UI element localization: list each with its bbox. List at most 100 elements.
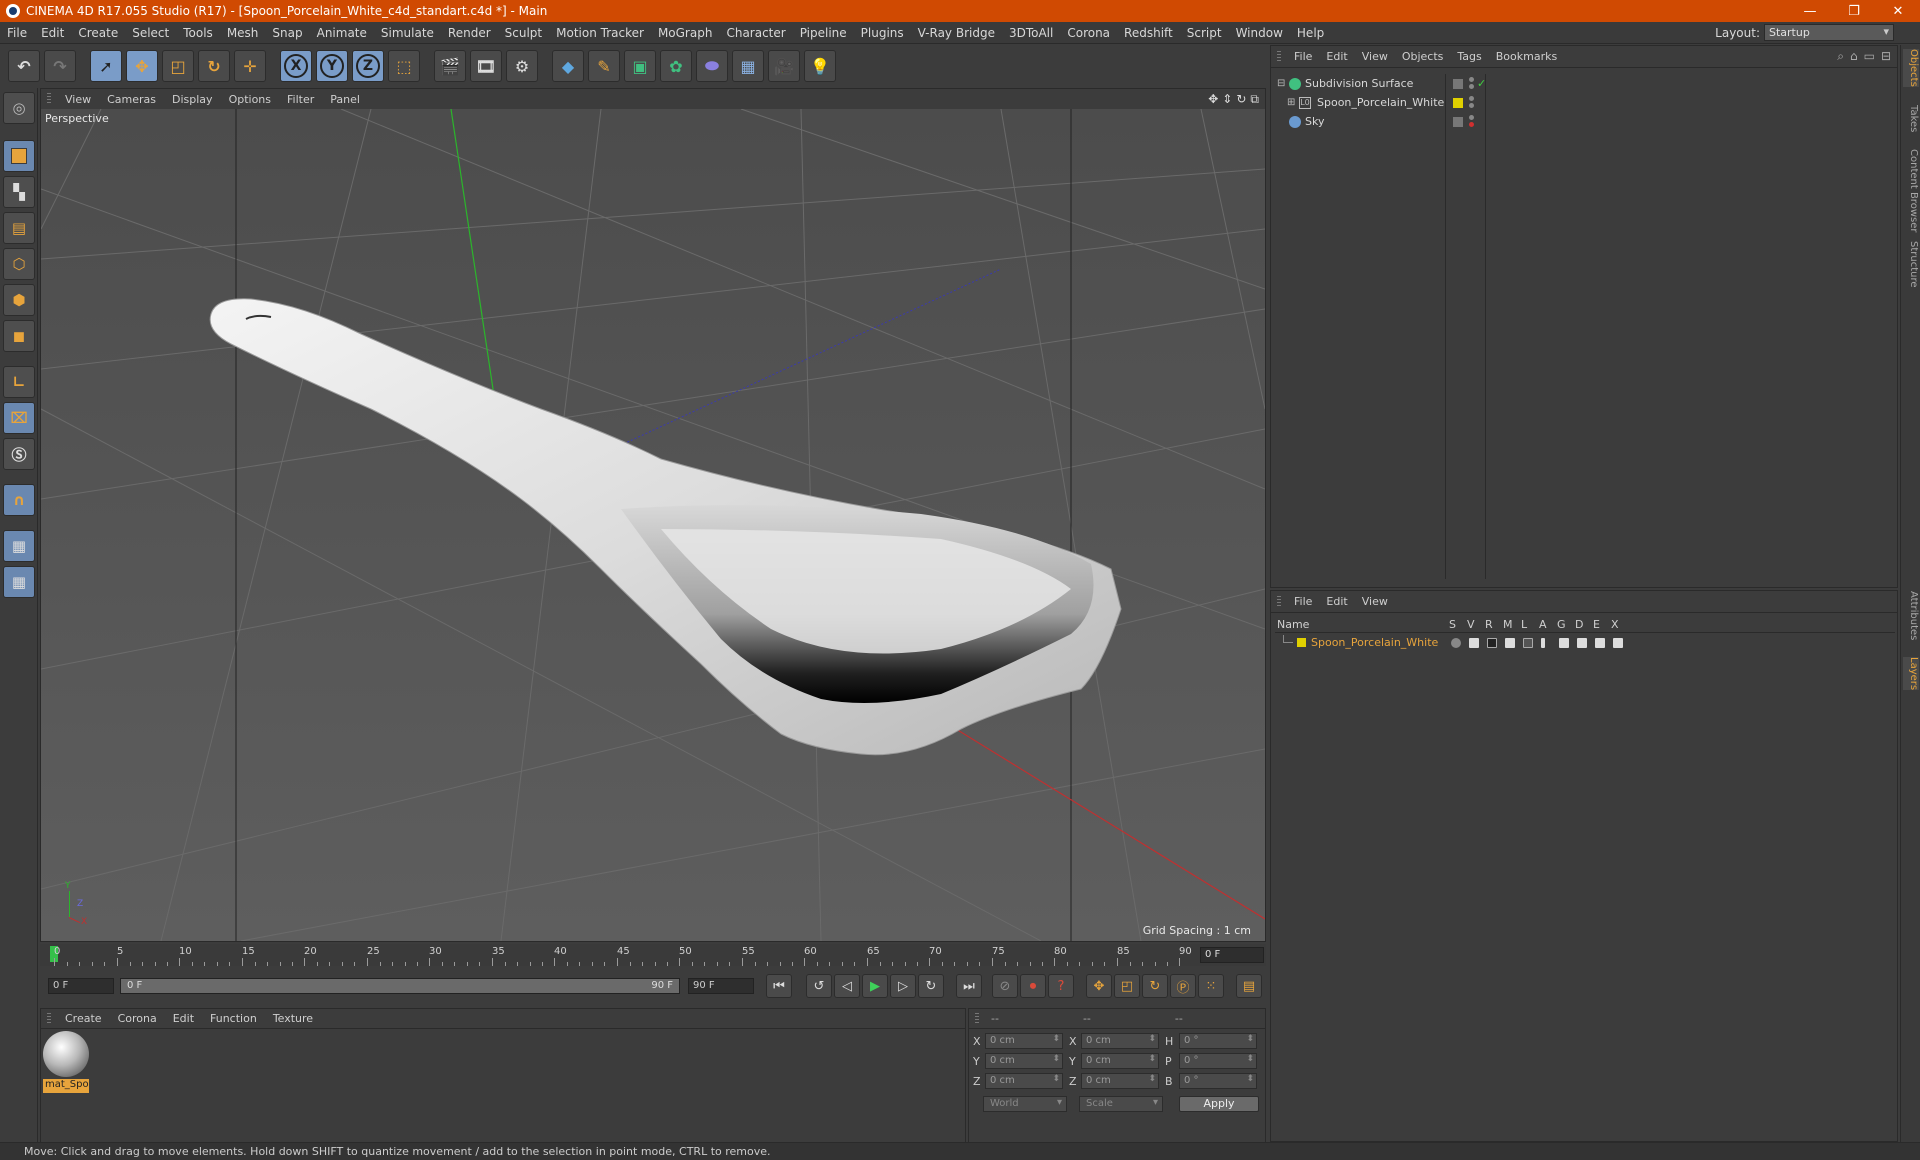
make-editable-button[interactable]: ◎ bbox=[3, 92, 35, 124]
menu-3dtoall[interactable]: 3DToAll bbox=[1002, 26, 1060, 40]
menu-character[interactable]: Character bbox=[719, 26, 792, 40]
render-view-button[interactable]: 🎬 bbox=[434, 50, 466, 82]
previous-frame-button[interactable]: ◁ bbox=[834, 974, 860, 998]
manager-list-icon[interactable] bbox=[1505, 638, 1515, 648]
objects-menu-edit[interactable]: Edit bbox=[1319, 50, 1354, 63]
maximize-view-icon[interactable]: ⧉ bbox=[1250, 92, 1259, 107]
go-to-start-button[interactable]: ⏮ bbox=[766, 974, 792, 998]
editor-visibility-dot[interactable] bbox=[1469, 96, 1474, 101]
restore-button[interactable]: ❐ bbox=[1832, 0, 1876, 22]
viewport-menu-filter[interactable]: Filter bbox=[279, 93, 322, 106]
animation-icon[interactable] bbox=[1541, 638, 1545, 648]
menu-edit[interactable]: Edit bbox=[34, 26, 71, 40]
end-frame-field[interactable]: 90 F bbox=[688, 978, 754, 994]
tweak-mode-button[interactable]: ⌧ bbox=[3, 402, 35, 434]
previous-key-button[interactable]: ↺ bbox=[806, 974, 832, 998]
menu-motion-tracker[interactable]: Motion Tracker bbox=[549, 26, 651, 40]
record-rotation-button[interactable]: ↻ bbox=[1142, 974, 1168, 998]
object-row[interactable]: ⊟ Subdivision Surface ✓ bbox=[1275, 74, 1895, 93]
planar-workplane-button[interactable]: ▦ bbox=[3, 566, 35, 598]
add-camera-button[interactable]: 🎥 bbox=[768, 50, 800, 82]
objects-menu-bookmarks[interactable]: Bookmarks bbox=[1489, 50, 1564, 63]
menu-render[interactable]: Render bbox=[441, 26, 498, 40]
viewport-menu-options[interactable]: Options bbox=[221, 93, 279, 106]
material-name-label[interactable]: mat_Spo bbox=[43, 1079, 89, 1093]
model-mode-button[interactable] bbox=[3, 140, 35, 172]
column-view[interactable]: V bbox=[1467, 618, 1475, 631]
add-deformer-button[interactable]: ⬬ bbox=[696, 50, 728, 82]
panel-menu-icon[interactable]: ⊟ bbox=[1881, 49, 1891, 64]
search-icon[interactable]: ⌕ bbox=[1837, 49, 1844, 64]
rot-h-field[interactable]: 0 ° bbox=[1179, 1033, 1257, 1049]
editor-visibility-dot[interactable] bbox=[1469, 77, 1474, 82]
material-menu-function[interactable]: Function bbox=[202, 1012, 265, 1025]
menu-file[interactable]: File bbox=[0, 26, 34, 40]
tab-attributes[interactable]: Attributes bbox=[1903, 591, 1919, 640]
timeline-ruler[interactable]: 0 5 10 15 20 25 30 35 40 45 50 55 60 65 70 75 80 85 90 0 F bbox=[40, 944, 1266, 966]
edges-mode-button[interactable]: ⬢ bbox=[3, 284, 35, 316]
workplane-mode-button[interactable]: ▤ bbox=[3, 212, 35, 244]
layer-name[interactable]: Spoon_Porcelain_White bbox=[1311, 636, 1438, 649]
pos-x-field[interactable]: 0 cm bbox=[985, 1033, 1063, 1049]
column-solo[interactable]: S bbox=[1449, 618, 1456, 631]
rotate-tool-button[interactable]: ↻ bbox=[198, 50, 230, 82]
z-axis-button[interactable]: Z bbox=[352, 50, 384, 82]
size-x-field[interactable]: 0 cm bbox=[1081, 1033, 1159, 1049]
record-scale-button[interactable]: ◰ bbox=[1114, 974, 1140, 998]
axis-mode-button[interactable]: ∟ bbox=[3, 366, 35, 398]
lock-icon[interactable] bbox=[1523, 638, 1533, 648]
play-button[interactable]: ▶ bbox=[862, 974, 888, 998]
frame-range-slider[interactable]: 0 F 90 F bbox=[120, 978, 680, 994]
go-to-end-button[interactable]: ⏭ bbox=[956, 974, 982, 998]
polygons-mode-button[interactable]: ◼ bbox=[3, 320, 35, 352]
layer-color-swatch[interactable] bbox=[1297, 638, 1306, 647]
render-picture-viewer-button[interactable]: 🎞 bbox=[470, 50, 502, 82]
menu-create[interactable]: Create bbox=[71, 26, 125, 40]
viewport-menu-view[interactable]: View bbox=[57, 93, 99, 106]
add-light-button[interactable]: 💡 bbox=[804, 50, 836, 82]
render-visibility-dot[interactable] bbox=[1469, 84, 1474, 89]
objects-menu-view[interactable]: View bbox=[1355, 50, 1395, 63]
size-z-field[interactable]: 0 cm bbox=[1081, 1073, 1159, 1089]
redo-button[interactable]: ↷ bbox=[44, 50, 76, 82]
keyframe-selection-button[interactable]: ? bbox=[1048, 974, 1074, 998]
objects-menu-objects[interactable]: Objects bbox=[1395, 50, 1451, 63]
live-selection-button[interactable]: ➚ bbox=[90, 50, 122, 82]
lock-workplane-button[interactable]: ▦ bbox=[3, 530, 35, 562]
record-position-button[interactable]: ✥ bbox=[1086, 974, 1112, 998]
layer-color-tag[interactable] bbox=[1453, 97, 1463, 108]
menu-corona[interactable]: Corona bbox=[1060, 26, 1117, 40]
autokey-button[interactable]: ⏺ bbox=[1020, 974, 1046, 998]
material-menu-edit[interactable]: Edit bbox=[165, 1012, 202, 1025]
layers-menu-edit[interactable]: Edit bbox=[1319, 595, 1354, 608]
layout-select[interactable]: Startup bbox=[1764, 24, 1894, 41]
record-active-button[interactable]: ⊘ bbox=[992, 974, 1018, 998]
column-generators[interactable]: G bbox=[1557, 618, 1566, 631]
tab-layers[interactable]: Layers bbox=[1903, 657, 1919, 691]
tab-structure[interactable]: Structure bbox=[1903, 241, 1919, 288]
menu-redshift[interactable]: Redshift bbox=[1117, 26, 1180, 40]
coordinate-system-button[interactable]: ⬚ bbox=[388, 50, 420, 82]
current-frame-field[interactable]: 0 F bbox=[1200, 947, 1264, 963]
new-window-icon[interactable]: ▭ bbox=[1864, 49, 1875, 64]
render-clapper-icon[interactable] bbox=[1487, 638, 1497, 648]
menu-plugins[interactable]: Plugins bbox=[854, 26, 911, 40]
render-visibility-dot[interactable] bbox=[1469, 103, 1474, 108]
layers-menu-view[interactable]: View bbox=[1355, 595, 1395, 608]
undo-button[interactable]: ↶ bbox=[8, 50, 40, 82]
x-axis-button[interactable]: X bbox=[280, 50, 312, 82]
pan-icon[interactable]: ✥ bbox=[1208, 92, 1218, 107]
menu-tools[interactable]: Tools bbox=[176, 26, 220, 40]
magnet-button[interactable]: ∩ bbox=[3, 484, 35, 516]
deformer-icon[interactable] bbox=[1577, 638, 1587, 648]
tab-content-browser[interactable]: Content Browser bbox=[1903, 149, 1919, 232]
pos-z-field[interactable]: 0 cm bbox=[985, 1073, 1063, 1089]
move-tool-button[interactable]: ✥ bbox=[126, 50, 158, 82]
y-axis-button[interactable]: Y bbox=[316, 50, 348, 82]
add-cube-button[interactable]: ◆ bbox=[552, 50, 584, 82]
minimize-button[interactable]: — bbox=[1788, 0, 1832, 22]
menu-vray-bridge[interactable]: V-Ray Bridge bbox=[911, 26, 1002, 40]
viewport-canvas[interactable]: Perspective Grid Spacing : 1 cm Y Z X bbox=[41, 109, 1265, 941]
menu-sculpt[interactable]: Sculpt bbox=[498, 26, 549, 40]
viewport-menu-display[interactable]: Display bbox=[164, 93, 221, 106]
